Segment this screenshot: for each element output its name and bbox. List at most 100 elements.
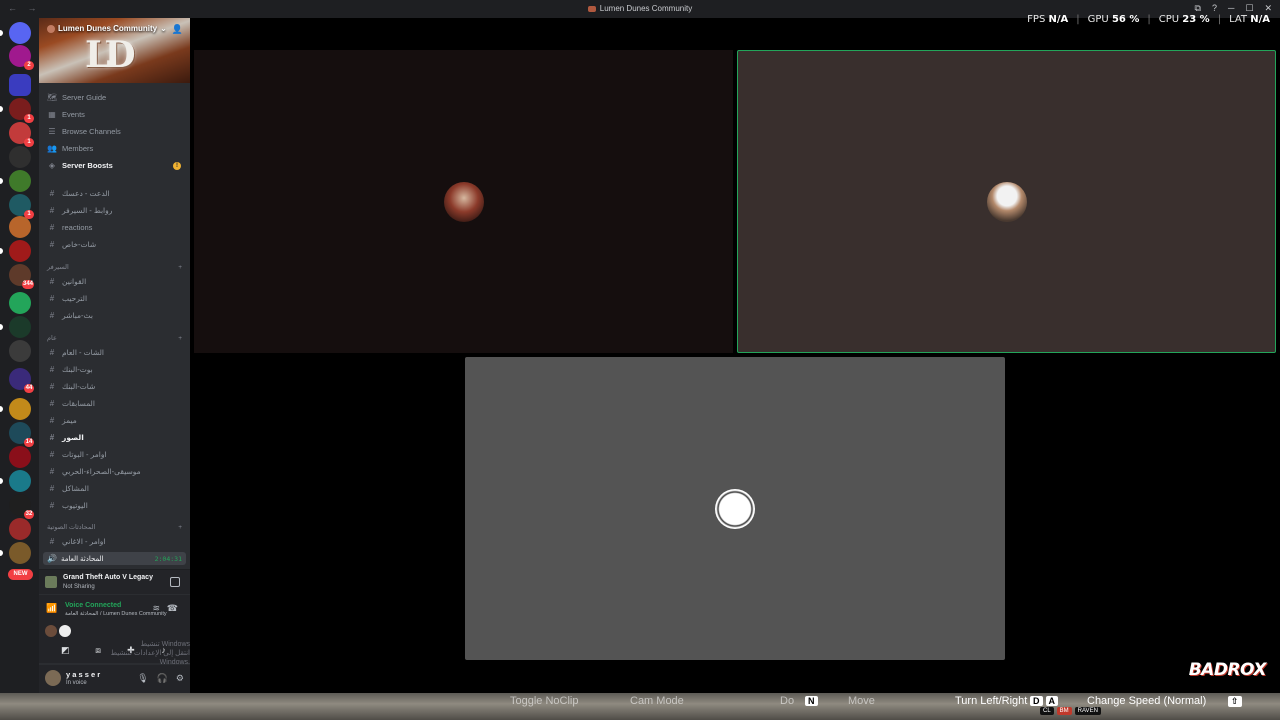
channel-name: شات-خاص <box>62 240 97 249</box>
participant-avatar[interactable] <box>59 625 71 637</box>
disconnect-icon[interactable]: ☎ <box>167 603 178 614</box>
gear-icon[interactable]: ⚙ <box>176 673 184 684</box>
server-icon[interactable] <box>9 146 31 168</box>
server-icon[interactable] <box>9 470 31 492</box>
channel-category[interactable]: المحادثات الصوتية + <box>47 521 182 533</box>
windows-activation-watermark: تنشيط Windows انتقل إلى الإعدادات لتنشيط… <box>110 641 190 666</box>
inbox-icon[interactable]: ⧉ <box>1195 3 1201 14</box>
channel-category[interactable]: السيرفر + <box>47 261 182 273</box>
server-icon[interactable] <box>9 292 31 314</box>
plus-icon[interactable]: + <box>178 524 182 531</box>
text-channel[interactable]: # الصور <box>47 430 182 445</box>
server-banner[interactable]: Lumen Dunes Community ⌄ 👤 LD <box>39 18 190 83</box>
minimize-icon[interactable]: ─ <box>1228 3 1234 14</box>
text-channel[interactable]: # بوت-البنك <box>47 362 182 377</box>
members-item[interactable]: 👥 Members <box>47 141 182 156</box>
server-icon[interactable] <box>9 216 31 238</box>
mention-badge: 1 <box>24 114 34 123</box>
text-channel[interactable]: # الترحيب <box>47 291 182 306</box>
microphone-icon[interactable]: 🎙 <box>137 673 148 684</box>
browse-channels-item[interactable]: ☰ Browse Channels <box>47 124 182 139</box>
server-icon[interactable]: 2 <box>9 45 34 70</box>
server-icon[interactable]: 44 <box>9 368 34 393</box>
maximize-icon[interactable]: ☐ <box>1245 3 1253 14</box>
server-rail: NEW 2 1 1 1 344 44 14 32 <box>0 18 39 693</box>
signal-icon[interactable]: 📶 <box>46 603 57 614</box>
server-icon[interactable] <box>9 542 31 564</box>
plus-icon[interactable]: + <box>178 264 182 271</box>
server-icon[interactable]: 1 <box>9 194 34 219</box>
hash-icon: # <box>49 277 55 286</box>
close-icon[interactable]: ✕ <box>1264 3 1272 14</box>
text-channel[interactable]: # ميمز <box>47 413 182 428</box>
channel-name: المشاكل <box>62 484 89 493</box>
video-tile-speaking[interactable] <box>737 50 1276 353</box>
text-channel[interactable]: # الدعت - دعسك <box>47 186 182 201</box>
text-channel[interactable]: # reactions <box>47 220 182 235</box>
server-icon[interactable] <box>9 316 31 338</box>
events-item[interactable]: ▦ Events <box>47 107 182 122</box>
video-tile[interactable] <box>465 357 1005 660</box>
text-channel[interactable]: # موسيقى-الصحراء-الحربي <box>47 464 182 479</box>
text-channel[interactable]: # اليوتيوب <box>47 498 182 513</box>
server-icon[interactable] <box>9 518 31 540</box>
speaker-icon: 🔊 <box>47 554 57 563</box>
text-channel[interactable]: # اوامر - الاغاني <box>47 534 182 549</box>
invite-people-icon[interactable]: 👤 <box>172 24 183 35</box>
menu-label: Server Guide <box>62 93 107 102</box>
server-icon[interactable] <box>9 74 31 96</box>
active-voice-channel[interactable]: 🔊 المحادثة العامة 2:04:31 <box>43 552 186 565</box>
user-avatar[interactable] <box>45 670 61 686</box>
server-banner-logo: LD <box>85 34 135 76</box>
participant-avatar <box>443 181 484 222</box>
hash-icon: # <box>49 348 55 357</box>
server-icon[interactable]: 1 <box>9 98 34 123</box>
server-icon[interactable] <box>9 446 31 468</box>
server-icon[interactable]: 344 <box>9 264 34 289</box>
noise-suppression-icon[interactable]: ≋ <box>152 603 160 614</box>
participant-avatar <box>986 181 1027 222</box>
text-channel[interactable]: # شات-خاص <box>47 237 182 252</box>
text-channel[interactable]: # روابط - السيرفر <box>47 203 182 218</box>
text-channel[interactable]: # المشاكل <box>47 481 182 496</box>
hash-icon: # <box>49 450 55 459</box>
voice-timer: 2:04:31 <box>154 554 182 563</box>
text-channel[interactable]: # الشات - العام <box>47 345 182 360</box>
headphones-icon[interactable]: 🎧 <box>157 673 168 684</box>
video-tile[interactable] <box>194 50 733 353</box>
camera-off-icon[interactable]: ◩ <box>52 643 78 657</box>
channel-name: الترحيب <box>62 294 88 303</box>
hash-icon: # <box>49 311 55 320</box>
stream-game-button[interactable] <box>170 577 180 587</box>
server-name-header[interactable]: Lumen Dunes Community ⌄ <box>47 24 167 33</box>
server-icon[interactable] <box>9 340 31 362</box>
server-boosts-item[interactable]: ◈ Server Boosts! <box>47 158 182 173</box>
participant-avatar[interactable] <box>45 625 57 637</box>
user-name[interactable]: y a s s e r <box>66 670 100 679</box>
server-icon[interactable]: 1 <box>9 122 34 147</box>
screen-share-icon[interactable]: ⧈ <box>85 643 111 657</box>
hash-icon: # <box>49 294 55 303</box>
map-icon: 🗺 <box>47 93 58 102</box>
text-channel[interactable]: # شات-البنك <box>47 379 182 394</box>
plus-icon[interactable]: + <box>178 335 182 342</box>
server-icon[interactable]: 14 <box>9 422 34 447</box>
unread-pill <box>0 324 3 330</box>
voice-connection-panel: 📶 Voice Connected المحادثة العامة / Lume… <box>39 595 190 666</box>
voice-connected-title[interactable]: Voice Connected <box>65 602 121 609</box>
help-icon[interactable]: ? <box>1212 3 1217 14</box>
new-badge: NEW <box>8 569 33 580</box>
text-channel[interactable]: # بث-مباشر <box>47 308 182 323</box>
text-channel[interactable]: # المسابقات <box>47 396 182 411</box>
server-icon[interactable] <box>9 398 31 420</box>
text-channel[interactable]: # اوامر - البوتات <box>47 447 182 462</box>
text-channel[interactable]: # القوانين <box>47 274 182 289</box>
channel-category[interactable]: عام + <box>47 332 182 344</box>
server-guide-item[interactable]: 🗺 Server Guide <box>47 90 182 105</box>
server-icon[interactable] <box>9 22 31 44</box>
server-icon[interactable] <box>9 170 31 192</box>
server-icon[interactable]: 32 <box>9 494 34 519</box>
server-icon[interactable] <box>9 240 31 262</box>
hash-icon: # <box>49 537 55 546</box>
unread-pill <box>0 550 3 556</box>
